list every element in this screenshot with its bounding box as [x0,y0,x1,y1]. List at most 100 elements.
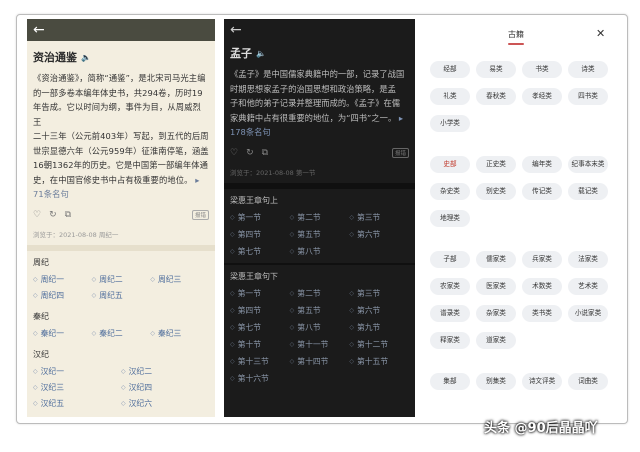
chapter-link[interactable]: ◇ 周纪五 [92,290,151,301]
category-pill[interactable]: 兵家类 [522,251,562,268]
report-error-button[interactable]: 报错 [391,147,409,158]
book-title: 资治通鉴 🔈 [33,49,215,65]
category-pill[interactable]: 正史类 [476,156,516,173]
intro-line: 世宗显德六年（公元959年）征淮南停笔，涵盖 [33,145,209,156]
category-pill[interactable]: 子部 [430,251,470,268]
category-pill[interactable]: 春秋类 [476,88,516,105]
chapter-link[interactable]: ◇ 汉纪六 [121,398,209,409]
chapter-link[interactable]: ◇ 第十一节 [290,339,350,350]
section-title: 梁惠王章句上 [230,195,278,205]
category-pill[interactable]: 地理类 [430,210,470,227]
category-pill[interactable]: 法家类 [568,251,608,268]
copy-icon[interactable]: ⧉ [262,148,268,158]
intro-line: 子和他的弟子记录并整理而成的。《孟子》在儒 [230,98,401,108]
heart-icon[interactable]: ♡ [33,210,41,220]
category-pill[interactable]: 术数类 [522,278,562,295]
chapter-link[interactable]: ◇ 第三节 [349,212,409,223]
chapter-link[interactable]: ◇ 第六节 [349,229,409,240]
expand-arrow-icon[interactable]: ▸ [195,175,199,185]
chapter-link[interactable]: ◇ 第八节 [290,322,350,333]
chapter-link[interactable]: ◇ 周纪一 [33,274,92,285]
chapter-link[interactable]: ◇ 第十二节 [349,339,409,350]
category-pill[interactable]: 纪事本末类 [568,156,608,173]
refresh-icon[interactable]: ↻ [49,210,57,220]
category-pill[interactable]: 道家类 [476,332,516,349]
back-arrow-icon[interactable]: ← [230,19,242,41]
speaker-icon[interactable]: 🔈 [256,49,266,58]
chapter-link[interactable]: ◇ 汉纪五 [33,398,121,409]
category-pill[interactable]: 小说家类 [568,305,608,322]
chapter-link[interactable]: ◇ 第十三节 [230,356,290,367]
category-pill[interactable]: 儒家类 [476,251,516,268]
chapter-link[interactable]: ◇ 第十节 [230,339,290,350]
famous-quotes-link[interactable]: 71条名句 [33,187,209,202]
tab-ancient-books[interactable]: 古籍 [508,29,524,40]
category-pill[interactable]: 杂史类 [430,183,470,200]
category-pill[interactable]: 书类 [522,61,562,78]
back-arrow-icon[interactable]: ← [33,19,45,41]
category-pill-active[interactable]: 史部 [430,156,470,173]
category-pill[interactable]: 谱录类 [430,305,470,322]
category-pill[interactable]: 四书类 [568,88,608,105]
category-pill[interactable]: 集部 [430,373,470,390]
chapter-link[interactable]: ◇ 汉纪二 [121,366,209,377]
category-pill[interactable]: 小学类 [430,115,470,132]
chapter-link[interactable]: ◇ 秦纪一 [33,328,92,339]
chapter-link[interactable]: ◇ 第十五节 [349,356,409,367]
category-pill[interactable]: 经部 [430,61,470,78]
chapter-link[interactable]: ◇ 汉纪一 [33,366,121,377]
chapter-link[interactable]: ◇ 汉纪三 [33,382,121,393]
speaker-icon[interactable]: 🔈 [81,53,91,62]
chapter-link[interactable]: ◇ 第十六节 [230,373,290,384]
category-pill[interactable]: 农家类 [430,278,470,295]
category-pill[interactable]: 诗文评类 [522,373,562,390]
category-pill[interactable]: 艺术类 [568,278,608,295]
chapter-link[interactable]: ◇ 周纪四 [33,290,92,301]
chapter-link[interactable]: ◇ 第一节 [230,212,290,223]
chapter-link[interactable]: ◇ 第五节 [290,305,350,316]
close-icon[interactable]: ✕ [596,27,605,40]
expand-arrow-icon[interactable]: ▸ [399,113,403,123]
refresh-icon[interactable]: ↻ [246,148,254,158]
chapter-link[interactable]: ◇ 秦纪二 [92,328,151,339]
section-title: 周纪 [33,257,49,267]
category-pill[interactable]: 易类 [476,61,516,78]
category-pill[interactable]: 孝经类 [522,88,562,105]
heart-icon[interactable]: ♡ [230,148,238,158]
report-error-button[interactable]: 报错 [191,209,209,220]
chapter-link[interactable]: ◇ 汉纪四 [121,382,209,393]
chapter-link[interactable]: ◇ 第十四节 [290,356,350,367]
chapter-link[interactable]: ◇ 第二节 [290,288,350,299]
chapter-link[interactable]: ◇ 周纪二 [92,274,151,285]
category-pill[interactable]: 礼类 [430,88,470,105]
category-pill[interactable]: 类书类 [522,305,562,322]
chapter-link[interactable]: ◇ 周纪三 [150,274,209,285]
category-pill[interactable]: 传记类 [522,183,562,200]
chapter-link[interactable]: ◇ 第六节 [349,305,409,316]
chapter-link[interactable]: ◇ 第七节 [230,322,290,333]
category-pill[interactable]: 别史类 [476,183,516,200]
chapter-link[interactable]: ◇ 第四节 [230,305,290,316]
category-pill[interactable]: 编年类 [522,156,562,173]
chapter-link[interactable]: ◇ 第九节 [349,322,409,333]
chapter-link[interactable]: ◇ 第七节 [230,246,290,257]
category-pill[interactable]: 释家类 [430,332,470,349]
category-pill[interactable]: 载记类 [568,183,608,200]
category-pill[interactable]: 医家类 [476,278,516,295]
famous-quotes-link[interactable]: 178条名句 [230,125,409,140]
chapter-link[interactable]: ◇ 第三节 [349,288,409,299]
category-pill[interactable]: 杂家类 [476,305,516,322]
chapter-link[interactable]: ◇ 秦纪三 [150,328,209,339]
category-pill[interactable]: 诗类 [568,61,608,78]
chapter-link[interactable]: ◇ 第一节 [230,288,290,299]
copy-icon[interactable]: ⧉ [65,210,71,220]
category-pill[interactable]: 别集类 [476,373,516,390]
chapter-link[interactable]: ◇ 第五节 [290,229,350,240]
book-title-text: 孟子 [230,47,252,60]
chapter-link[interactable]: ◇ 第八节 [290,246,350,257]
chapter-link[interactable]: ◇ 第二节 [290,212,350,223]
chapter-link[interactable]: ◇ 第四节 [230,229,290,240]
category-pill[interactable]: 词曲类 [568,373,608,390]
category-group: 史部 正史类 编年类 纪事本末类 杂史类 别史类 传记类 载记类 地理类 [424,156,614,227]
book-detail-panel-dark: ← 孟子 🔈 《孟子》是中国儒家典籍中的一部，记录了战国 时期思想家孟子的治国思… [224,19,415,417]
